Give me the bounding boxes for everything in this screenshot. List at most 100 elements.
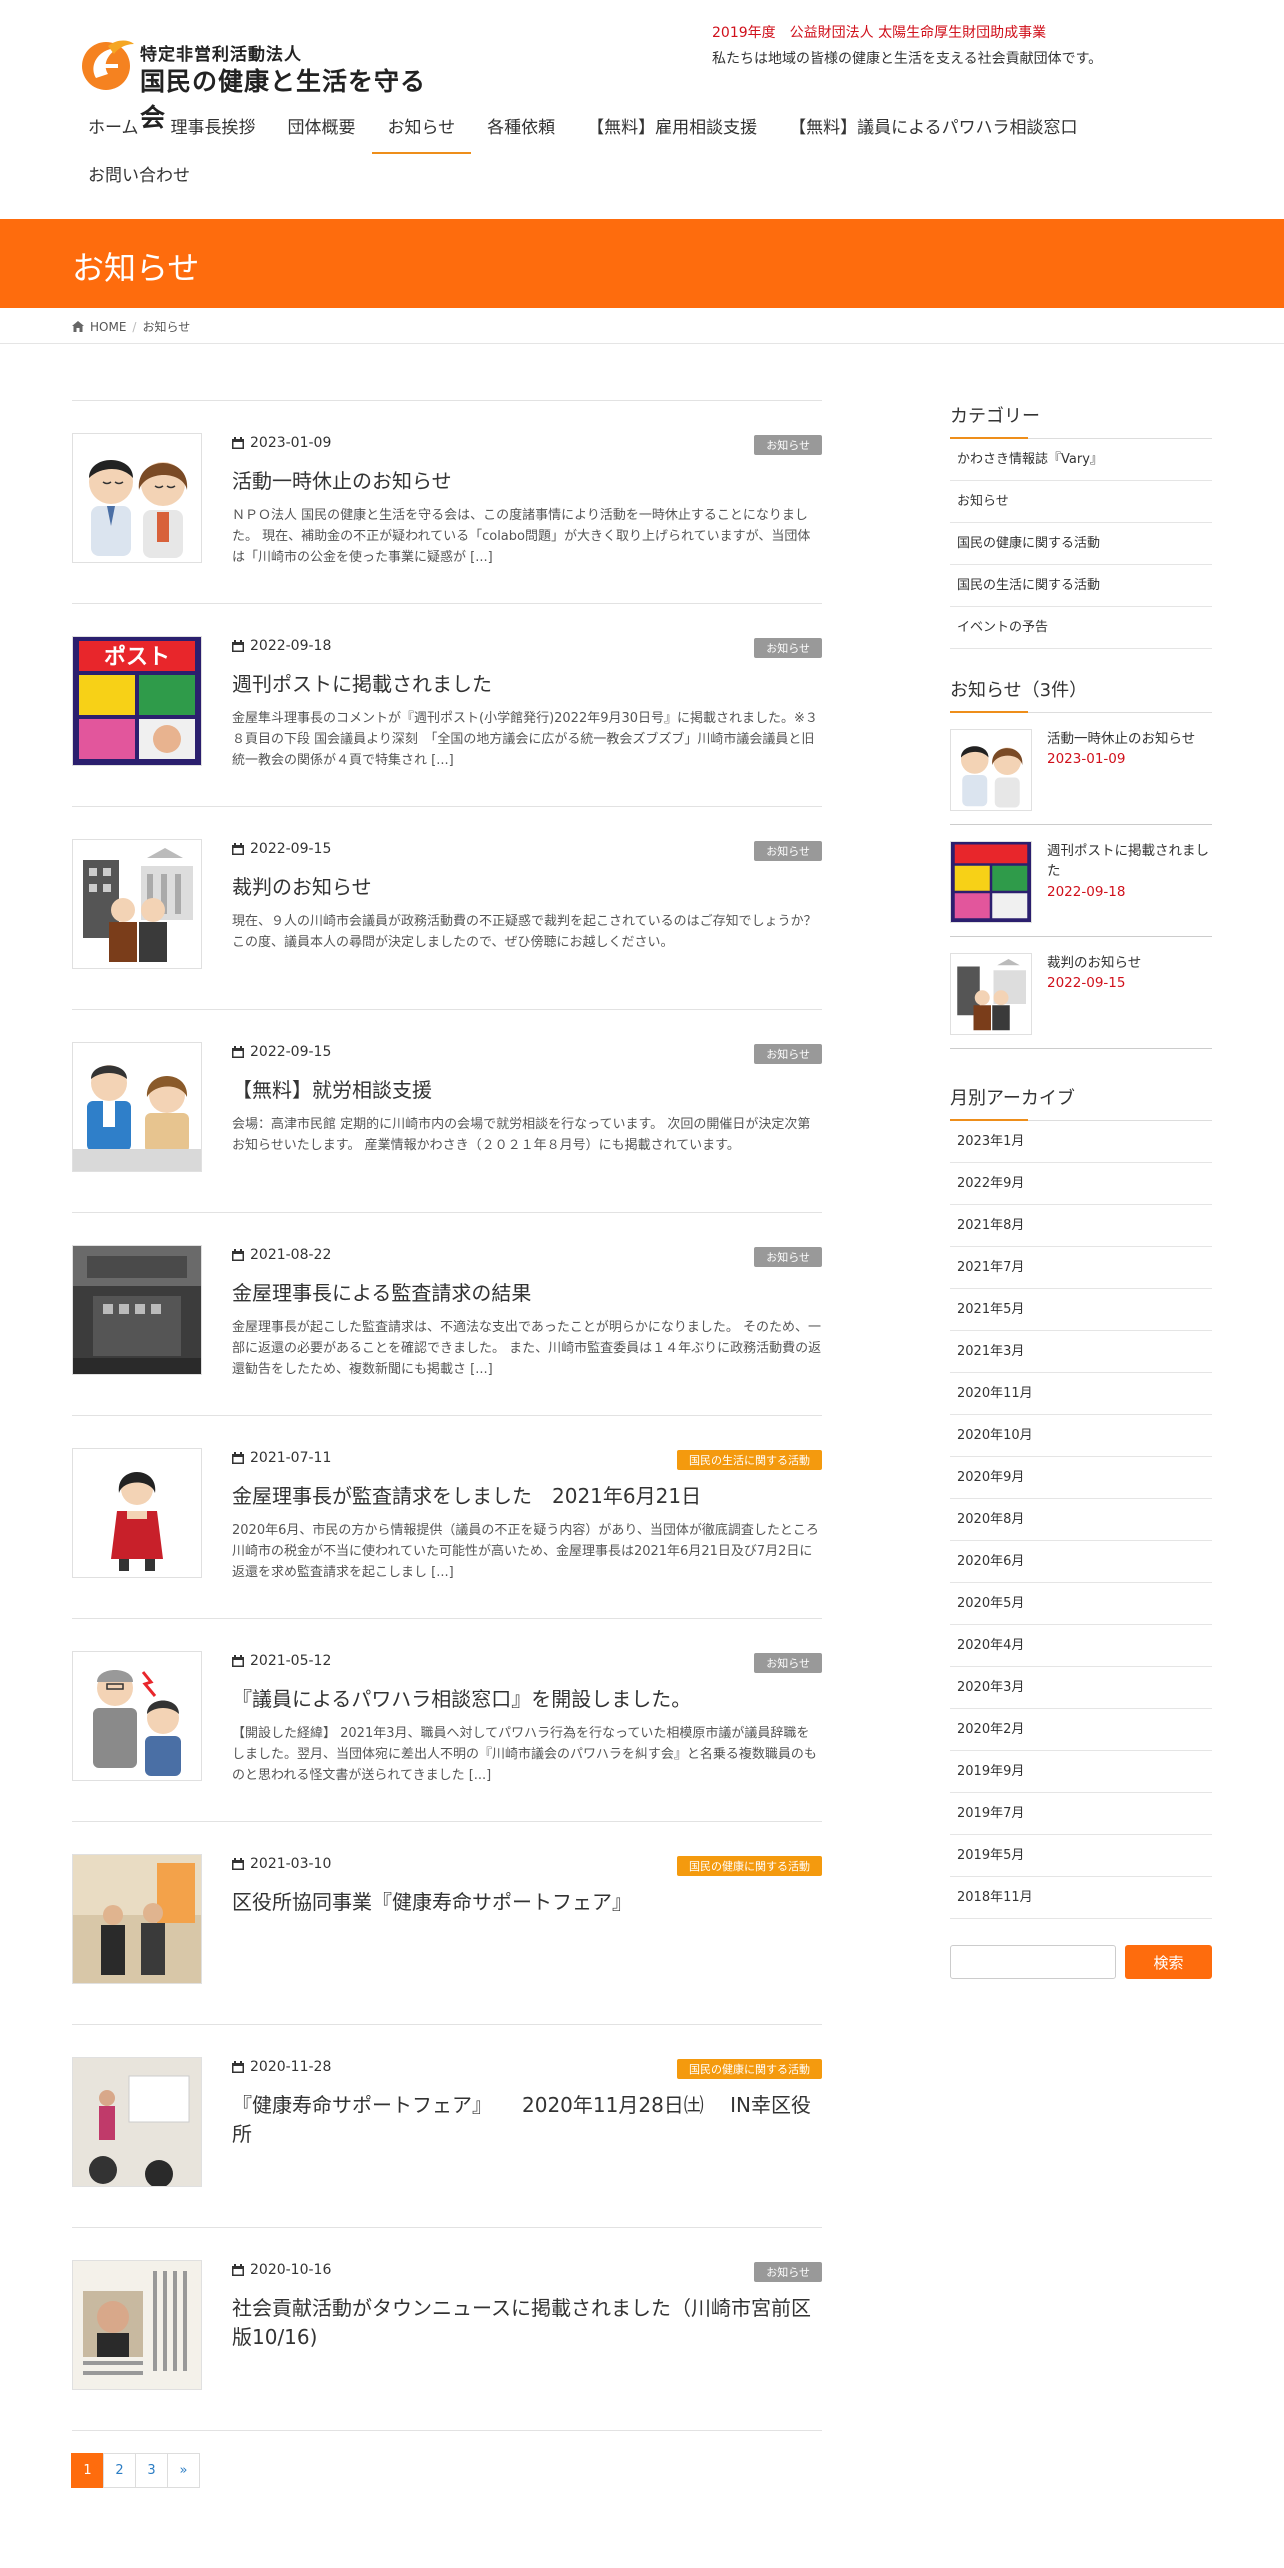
recent-news-title[interactable]: 週刊ポストに掲載されました <box>1047 841 1212 882</box>
recent-news-title[interactable]: 活動一時休止のお知らせ <box>1047 729 1212 749</box>
post-title[interactable]: 週刊ポストに掲載されました <box>232 670 822 699</box>
archive-link[interactable]: 2020年6月 <box>950 1541 1212 1583</box>
category-badge[interactable]: 国民の健康に関する活動 <box>677 1856 822 1876</box>
category-link[interactable]: 国民の生活に関する活動 <box>950 565 1212 607</box>
recent-news-title[interactable]: 裁判のお知らせ <box>1047 953 1212 973</box>
category-badge[interactable]: お知らせ <box>754 841 822 861</box>
post-thumbnail[interactable] <box>72 2260 202 2390</box>
archive-link[interactable]: 2019年7月 <box>950 1793 1212 1835</box>
archive-link[interactable]: 2021年7月 <box>950 1247 1212 1289</box>
site-logo[interactable]: 特定非営利活動法人 国民の健康と生活を守る会 <box>78 30 448 132</box>
archive-link[interactable]: 2021年5月 <box>950 1289 1212 1331</box>
nav-harassment-consult[interactable]: 【無料】議員によるパワハラ相談窓口 <box>773 108 1093 156</box>
archive-link[interactable]: 2020年11月 <box>950 1373 1212 1415</box>
archive-link[interactable]: 2020年10月 <box>950 1415 1212 1457</box>
post-date: 2022-09-15 <box>232 1044 331 1060</box>
category-badge[interactable]: 国民の生活に関する活動 <box>677 1450 822 1470</box>
archive-link[interactable]: 2021年3月 <box>950 1331 1212 1373</box>
post-item: 2023-01-09 お知らせ 活動一時休止のお知らせ ＮＰＯ法人 国民の健康と… <box>72 400 822 603</box>
archive-link[interactable]: 2023年1月 <box>950 1121 1212 1163</box>
post-title[interactable]: 社会貢献活動がタウンニュースに掲載されました（川崎市宮前区版10/16) <box>232 2294 822 2352</box>
nav-about[interactable]: 団体概要 <box>272 108 372 156</box>
calendar-icon <box>232 1046 244 1058</box>
post-date: 2020-11-28 <box>232 2059 331 2075</box>
page-3[interactable]: 3 <box>135 2453 168 2488</box>
category-badge[interactable]: お知らせ <box>754 1044 822 1064</box>
search-button[interactable]: 検索 <box>1125 1945 1212 1979</box>
post-excerpt: 現在、９人の川崎市会議員が政務活動費の不正疑惑で裁判を起こされているのはご存知で… <box>232 914 817 951</box>
search-input[interactable] <box>950 1945 1116 1979</box>
category-link[interactable]: かわさき情報誌『Vary』 <box>950 439 1212 481</box>
recent-news-item[interactable]: 活動一時休止のお知らせ 2023-01-09 <box>950 713 1212 825</box>
logo-mark-icon <box>82 40 134 90</box>
post-item: 2021-05-12 お知らせ 『議員によるパワハラ相談窓口』を開設しました。 … <box>72 1618 822 1821</box>
category-badge[interactable]: お知らせ <box>754 1247 822 1267</box>
post-thumbnail[interactable] <box>72 1854 202 1984</box>
post-title[interactable]: 『議員によるパワハラ相談窓口』を開設しました。 <box>232 1685 822 1714</box>
calendar-icon <box>232 437 244 449</box>
archive-link[interactable]: 2020年5月 <box>950 1583 1212 1625</box>
post-item: ポスト 2022-09-18 お知らせ 週刊ポストに掲載されました 金屋隼斗理事… <box>72 603 822 806</box>
archive-list: 2023年1月 2022年9月 2021年8月 2021年7月 2021年5月 … <box>950 1121 1212 1919</box>
archive-link[interactable]: 2020年8月 <box>950 1499 1212 1541</box>
calendar-icon <box>232 1655 244 1667</box>
archive-link[interactable]: 2021年8月 <box>950 1205 1212 1247</box>
nav-contact[interactable]: お問い合わせ <box>72 156 206 204</box>
post-title[interactable]: 『健康寿命サポートフェア』 2020年11月28日㈯ IN幸区役所 <box>232 2091 822 2149</box>
category-list: かわさき情報誌『Vary』 お知らせ 国民の健康に関する活動 国民の生活に関する… <box>950 439 1212 649</box>
sidebar-archive: 月別アーカイブ 2023年1月 2022年9月 2021年8月 2021年7月 … <box>950 1084 1212 1919</box>
post-title[interactable]: 金屋理事長による監査請求の結果 <box>232 1279 822 1308</box>
recent-news-item[interactable]: 裁判のお知らせ 2022-09-15 <box>950 937 1212 1049</box>
recent-news-text: 週刊ポストに掲載されました 2022-09-18 <box>1047 841 1212 902</box>
nav-employment-consult[interactable]: 【無料】雇用相談支援 <box>571 108 773 156</box>
category-heading: カテゴリー <box>950 402 1212 439</box>
category-link[interactable]: 国民の健康に関する活動 <box>950 523 1212 565</box>
category-badge[interactable]: お知らせ <box>754 1653 822 1673</box>
grant-notice: 2019年度 公益財団法人 太陽生命厚生財団助成事業 <box>712 25 1047 41</box>
post-thumbnail[interactable] <box>72 1042 202 1172</box>
category-badge[interactable]: 国民の健康に関する活動 <box>677 2059 822 2079</box>
breadcrumb-home[interactable]: HOME <box>90 320 126 334</box>
recent-news-thumbnail[interactable] <box>950 729 1032 811</box>
recent-news-thumbnail[interactable] <box>950 841 1032 923</box>
page-header: お知らせ <box>0 219 1284 308</box>
category-badge[interactable]: お知らせ <box>754 2262 822 2282</box>
archive-link[interactable]: 2019年5月 <box>950 1835 1212 1877</box>
archive-link[interactable]: 2020年2月 <box>950 1709 1212 1751</box>
post-item: 2022-09-15 お知らせ 【無料】就労相談支援 会場：高津市民館 定期的に… <box>72 1009 822 1212</box>
post-title[interactable]: 区役所協同事業『健康寿命サポートフェア』 <box>232 1888 822 1917</box>
post-thumbnail[interactable] <box>72 1245 202 1375</box>
page-2[interactable]: 2 <box>103 2453 136 2488</box>
post-title[interactable]: 金屋理事長が監査請求をしました 2021年6月21日 <box>232 1482 822 1511</box>
nav-requests[interactable]: 各種依頼 <box>471 108 571 156</box>
archive-link[interactable]: 2020年9月 <box>950 1457 1212 1499</box>
post-date: 2023-01-09 <box>232 435 331 451</box>
post-thumbnail[interactable]: ポスト <box>72 636 202 766</box>
post-title[interactable]: 【無料】就労相談支援 <box>232 1076 822 1105</box>
archive-link[interactable]: 2020年3月 <box>950 1667 1212 1709</box>
category-link[interactable]: お知らせ <box>950 481 1212 523</box>
post-title[interactable]: 活動一時休止のお知らせ <box>232 467 822 496</box>
next-page[interactable]: » <box>167 2453 200 2488</box>
post-thumbnail[interactable] <box>72 2057 202 2187</box>
post-thumbnail[interactable] <box>72 839 202 969</box>
archive-link[interactable]: 2018年11月 <box>950 1877 1212 1919</box>
nav-greeting[interactable]: 理事長挨拶 <box>155 108 272 156</box>
category-link[interactable]: イベントの予告 <box>950 607 1212 649</box>
category-badge[interactable]: お知らせ <box>754 435 822 455</box>
archive-link[interactable]: 2019年9月 <box>950 1751 1212 1793</box>
recent-news-item[interactable]: 週刊ポストに掲載されました 2022-09-18 <box>950 825 1212 937</box>
archive-link[interactable]: 2020年4月 <box>950 1625 1212 1667</box>
category-badge[interactable]: お知らせ <box>754 638 822 658</box>
archive-link[interactable]: 2022年9月 <box>950 1163 1212 1205</box>
post-thumbnail[interactable] <box>72 1448 202 1578</box>
page-1[interactable]: 1 <box>71 2453 104 2488</box>
post-thumbnail[interactable] <box>72 1651 202 1781</box>
post-thumbnail[interactable] <box>72 433 202 563</box>
post-title[interactable]: 裁判のお知らせ <box>232 873 822 902</box>
recent-news-thumbnail[interactable] <box>950 953 1032 1035</box>
nav-home[interactable]: ホーム <box>72 108 155 156</box>
nav-news[interactable]: お知らせ <box>371 108 472 154</box>
post-excerpt: 2020年6月、市民の方から情報提供（議員の不正を疑う内容）があり、当団体が徹底… <box>232 1523 819 1581</box>
calendar-icon <box>232 1452 244 1464</box>
